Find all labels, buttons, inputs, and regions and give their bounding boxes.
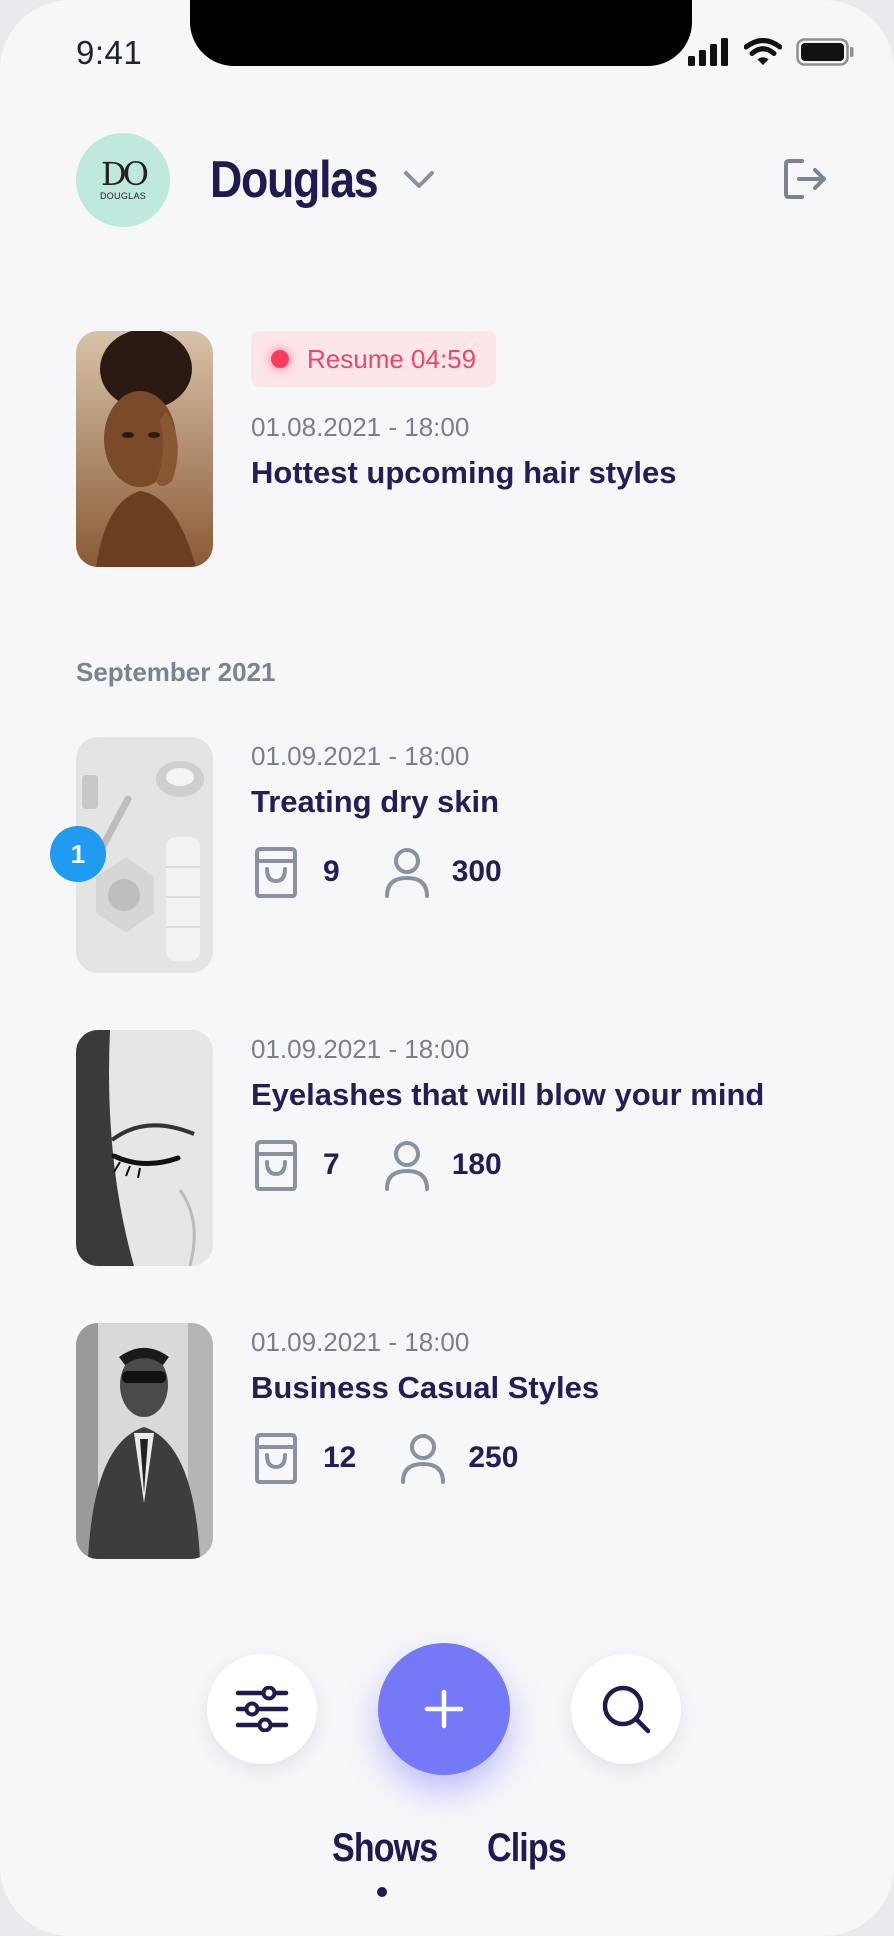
- viewers-count: 300: [451, 855, 502, 888]
- section-label: September 2021: [76, 657, 276, 687]
- featured-show[interactable]: Resume 04:59 01.08.2021 - 18:00 Hottest …: [76, 331, 836, 567]
- show-title: Treating dry skin: [251, 784, 500, 819]
- show-title: Business Casual Styles: [251, 1370, 600, 1405]
- products-stat: 9: [251, 845, 340, 899]
- show-stats: 12 250: [251, 1431, 518, 1485]
- products-stat: 7: [251, 1138, 340, 1192]
- products-count: 9: [323, 855, 340, 888]
- tab-shows[interactable]: Shows: [332, 1826, 438, 1871]
- resume-badge[interactable]: Resume 04:59: [251, 331, 497, 387]
- chevron-down-icon: [404, 171, 434, 188]
- active-tab-indicator: [377, 1887, 387, 1897]
- battery-icon: [796, 38, 854, 66]
- products-count: 7: [323, 1148, 340, 1181]
- shopping-bag-icon: [255, 1140, 297, 1191]
- status-time: 9:41: [76, 34, 143, 71]
- header: DO DOUGLAS Douglas: [0, 128, 894, 238]
- show-title: Eyelashes that will blow your mind: [251, 1077, 765, 1112]
- products-stat: 12: [251, 1431, 356, 1485]
- viewers-count: 180: [451, 1148, 502, 1181]
- viewers-stat: 180: [384, 1139, 502, 1191]
- brand-monogram: DO: [101, 155, 149, 193]
- show-stats: 7 180: [251, 1138, 502, 1192]
- status-icons: [688, 38, 854, 66]
- person-icon: [401, 1434, 446, 1484]
- plus-icon: [424, 1689, 464, 1729]
- notification-badge: 1: [50, 826, 106, 882]
- account-name[interactable]: Douglas: [210, 150, 379, 210]
- live-dot: [271, 350, 289, 368]
- brand-wordmark: DOUGLAS: [99, 191, 147, 201]
- logout-icon: [784, 159, 826, 199]
- viewers-stat: 250: [400, 1432, 518, 1484]
- show-title: Hottest upcoming hair styles: [251, 455, 677, 490]
- show-date: 01.09.2021 - 18:00: [251, 1034, 470, 1064]
- logout-button[interactable]: [780, 154, 830, 204]
- products-count: 12: [323, 1441, 357, 1474]
- sliders-icon: [235, 1686, 289, 1732]
- brand-avatar[interactable]: DO DOUGLAS: [76, 133, 170, 227]
- cellular-signal-icon: [688, 38, 728, 66]
- show-date: 01.09.2021 - 18:00: [251, 1327, 470, 1357]
- shopping-bag-icon: [255, 1433, 297, 1484]
- shopping-bag-icon: [255, 847, 297, 898]
- show-thumbnail: [76, 331, 213, 567]
- show-thumbnail: [76, 1323, 213, 1559]
- account-switcher-button[interactable]: [398, 158, 440, 200]
- device-notch: [190, 0, 692, 66]
- search-button[interactable]: [571, 1654, 681, 1764]
- search-icon: [602, 1685, 651, 1734]
- app-screen: 9:41 DO DOUGLAS Douglas Resume 04:59 01.…: [0, 0, 894, 1936]
- show-item[interactable]: 01.09.2021 - 18:00 Business Casual Style…: [76, 1323, 836, 1559]
- viewers-count: 250: [468, 1441, 519, 1474]
- wifi-icon: [744, 38, 782, 65]
- show-thumbnail: [76, 1030, 213, 1266]
- show-date: 01.08.2021 - 18:00: [251, 412, 470, 442]
- viewers-stat: 300: [384, 846, 502, 898]
- person-icon: [384, 848, 429, 898]
- filter-button[interactable]: [207, 1654, 317, 1764]
- show-item[interactable]: 01.09.2021 - 18:00 Treating dry skin 9 3…: [76, 737, 836, 973]
- resume-label: Resume 04:59: [307, 343, 477, 374]
- person-icon: [384, 1141, 429, 1191]
- status-bar: 9:41: [0, 0, 894, 110]
- add-show-button[interactable]: [378, 1643, 510, 1775]
- show-date: 01.09.2021 - 18:00: [251, 741, 470, 771]
- tab-clips[interactable]: Clips: [487, 1826, 567, 1871]
- show-item[interactable]: 01.09.2021 - 18:00 Eyelashes that will b…: [76, 1030, 836, 1266]
- show-stats: 9 300: [251, 845, 502, 899]
